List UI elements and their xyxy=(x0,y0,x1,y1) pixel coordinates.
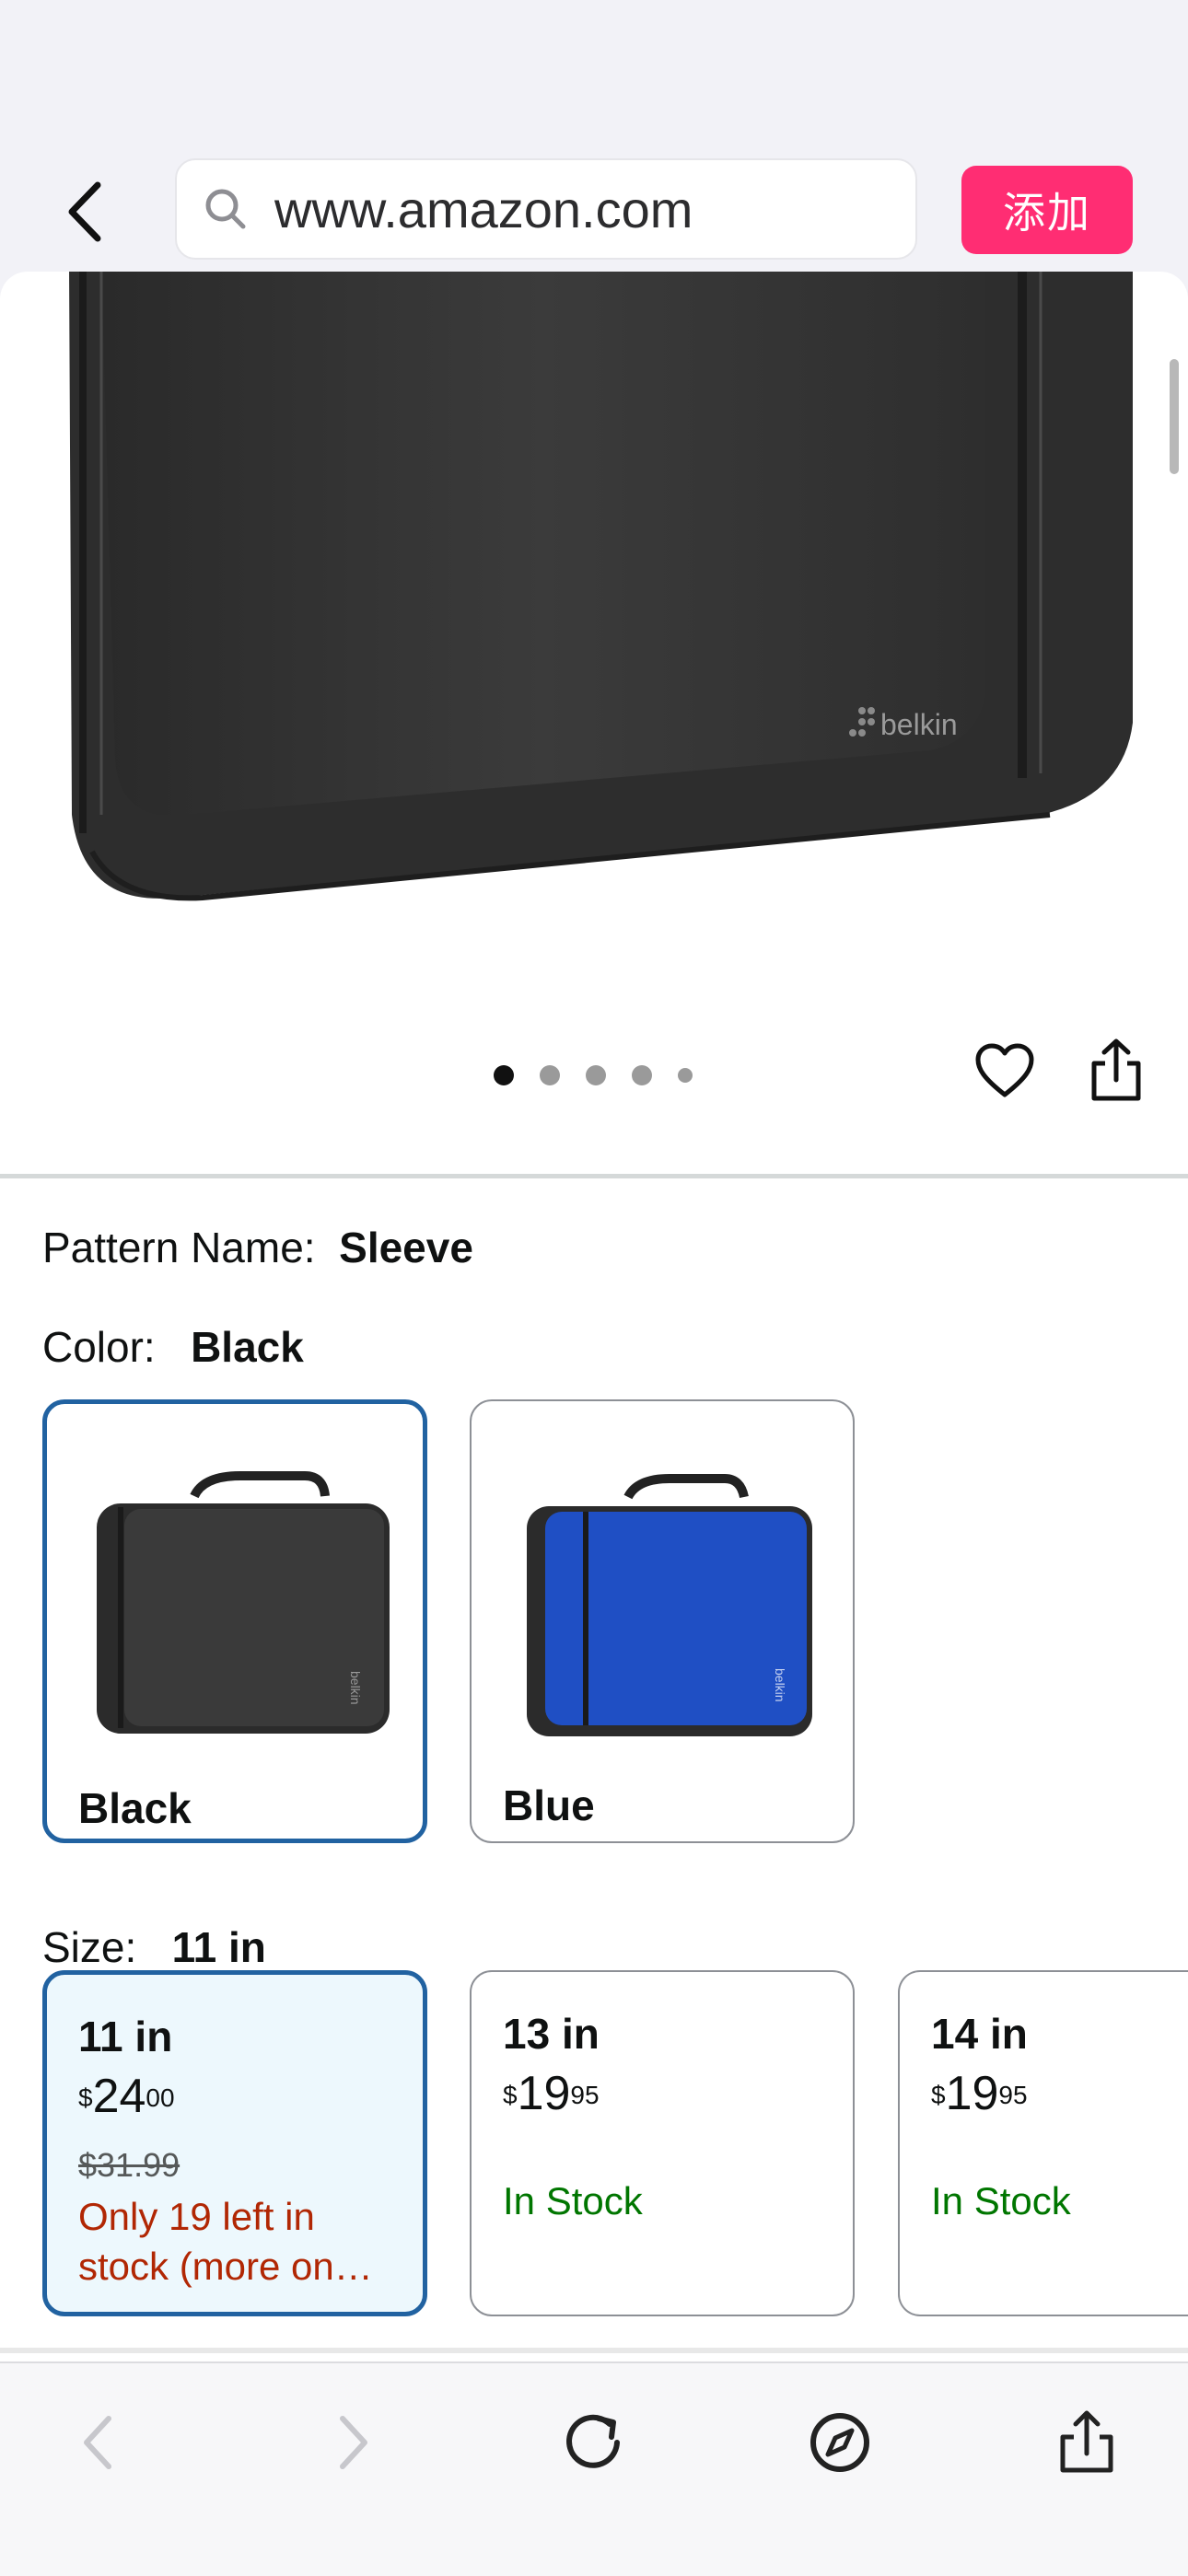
blue-sleeve-thumbnail: belkin xyxy=(527,1474,812,1736)
size-name: 11 in xyxy=(78,2013,173,2060)
image-dot[interactable] xyxy=(494,1065,514,1085)
reload-icon[interactable] xyxy=(558,2406,632,2479)
size-option-14-in[interactable]: 14 in $1995 In Stock xyxy=(898,1970,1188,2316)
size-label: Size: xyxy=(42,1923,137,1971)
forward-icon[interactable] xyxy=(313,2406,387,2479)
back-button[interactable] xyxy=(57,175,112,249)
heart-icon[interactable] xyxy=(974,1043,1035,1100)
size-name: 14 in xyxy=(931,2010,1028,2058)
svg-text:belkin: belkin xyxy=(773,1668,787,1702)
availability-text: Only 19 left in stock (more on… xyxy=(78,2195,373,2288)
availability-text: In Stock xyxy=(503,2179,643,2222)
color-value: Black xyxy=(191,1323,304,1371)
size-row: Size: 11 in xyxy=(42,1921,266,1973)
search-icon xyxy=(205,189,246,229)
share-icon[interactable] xyxy=(1050,2406,1124,2479)
product-page: belkin Pattern Name: Sleeve Color: Black… xyxy=(0,272,1188,2361)
price: $1995 xyxy=(503,2067,600,2120)
size-option-13-in[interactable]: 13 in $1995 In Stock xyxy=(470,1970,855,2316)
color-option-black[interactable]: belkin Black xyxy=(42,1399,427,1843)
price: $2400 xyxy=(78,2070,175,2123)
availability-text: In Stock xyxy=(931,2179,1071,2222)
address-bar[interactable]: www.amazon.com xyxy=(175,158,917,260)
pattern-name-row: Pattern Name: Sleeve xyxy=(42,1222,473,1273)
black-sleeve-thumbnail: belkin xyxy=(97,1471,390,1734)
share-icon[interactable] xyxy=(1089,1038,1144,1104)
color-option-blue[interactable]: belkin Blue xyxy=(470,1399,855,1843)
browser-bottom-toolbar xyxy=(0,2361,1188,2576)
browser-top-bar: www.amazon.com 添加 xyxy=(0,0,1188,272)
compass-icon[interactable] xyxy=(803,2406,877,2479)
section-divider xyxy=(0,1174,1188,1178)
size-option-11-in[interactable]: 11 in $2400 $31.99 Only 19 left in stock… xyxy=(42,1970,427,2316)
swatch-label: Black xyxy=(78,1784,192,1832)
size-name: 13 in xyxy=(503,2010,600,2058)
size-value: 11 in xyxy=(171,1923,266,1971)
swatch-label: Blue xyxy=(503,1781,595,1829)
color-row: Color: Black xyxy=(42,1321,304,1373)
add-button[interactable]: 添加 xyxy=(961,166,1133,254)
brand-logo: belkin xyxy=(880,708,958,741)
image-pagination-dots[interactable] xyxy=(494,1065,693,1085)
image-dot[interactable] xyxy=(632,1065,652,1085)
price: $1995 xyxy=(931,2067,1028,2120)
svg-text:belkin: belkin xyxy=(348,1671,363,1705)
image-dot[interactable] xyxy=(586,1065,606,1085)
list-price: $31.99 xyxy=(78,2146,181,2184)
pattern-label: Pattern Name: xyxy=(42,1224,316,1271)
back-icon[interactable] xyxy=(64,2406,138,2479)
image-dot[interactable] xyxy=(540,1065,560,1085)
product-image[interactable]: belkin xyxy=(64,272,1133,944)
pattern-value: Sleeve xyxy=(339,1224,473,1271)
section-divider xyxy=(0,2348,1188,2353)
scroll-indicator[interactable] xyxy=(1170,359,1179,474)
url-text: www.amazon.com xyxy=(274,180,693,238)
image-dot[interactable] xyxy=(678,1068,693,1083)
color-label: Color: xyxy=(42,1323,156,1371)
chevron-left-icon xyxy=(68,181,101,242)
